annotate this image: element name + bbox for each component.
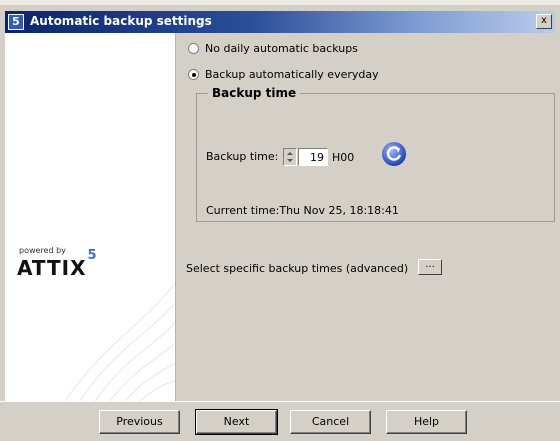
hour-suffix: H00 <box>332 151 355 164</box>
backup-settings-window: 5 Automatic backup settings x powered by… <box>0 0 560 441</box>
help-button[interactable]: Help <box>386 410 467 434</box>
refresh-icon[interactable] <box>381 141 407 167</box>
next-button[interactable]: Next <box>195 409 278 435</box>
decorative-lines <box>64 282 175 401</box>
close-button[interactable]: x <box>536 14 552 29</box>
button-bar <box>0 401 560 441</box>
attix-logo: ATTIX5 <box>17 248 98 280</box>
spinner-down-arrow-icon[interactable] <box>287 159 293 162</box>
backup-time-group-title: Backup time <box>208 86 301 100</box>
hour-spinner[interactable] <box>283 148 297 166</box>
brand-panel: powered by ATTIX5 <box>5 33 176 401</box>
spinner-up-arrow-icon[interactable] <box>287 152 293 155</box>
window-title: Automatic backup settings <box>30 14 212 28</box>
app-icon: 5 <box>8 14 24 30</box>
backup-hour-input[interactable] <box>298 148 328 166</box>
cancel-button[interactable]: Cancel <box>290 410 371 434</box>
backup-everyday-label: Backup automatically everyday <box>205 68 379 81</box>
advanced-times-button[interactable]: ... <box>418 259 442 275</box>
no-daily-backups-radio[interactable] <box>188 43 199 54</box>
backup-time-label: Backup time: <box>206 150 279 163</box>
current-time-text: Current time:Thu Nov 25, 18:18:41 <box>206 204 399 217</box>
no-daily-backups-option[interactable]: No daily automatic backups <box>188 42 358 55</box>
powered-by-text: powered by <box>19 246 66 255</box>
title-bar[interactable]: 5 Automatic backup settings x <box>5 11 555 33</box>
no-daily-backups-label: No daily automatic backups <box>205 42 358 55</box>
top-strip <box>0 0 560 5</box>
advanced-label: Select specific backup times (advanced) <box>186 262 409 275</box>
backup-everyday-option[interactable]: Backup automatically everyday <box>188 68 379 81</box>
previous-button[interactable]: Previous <box>99 410 180 434</box>
backup-everyday-radio[interactable] <box>188 69 199 80</box>
